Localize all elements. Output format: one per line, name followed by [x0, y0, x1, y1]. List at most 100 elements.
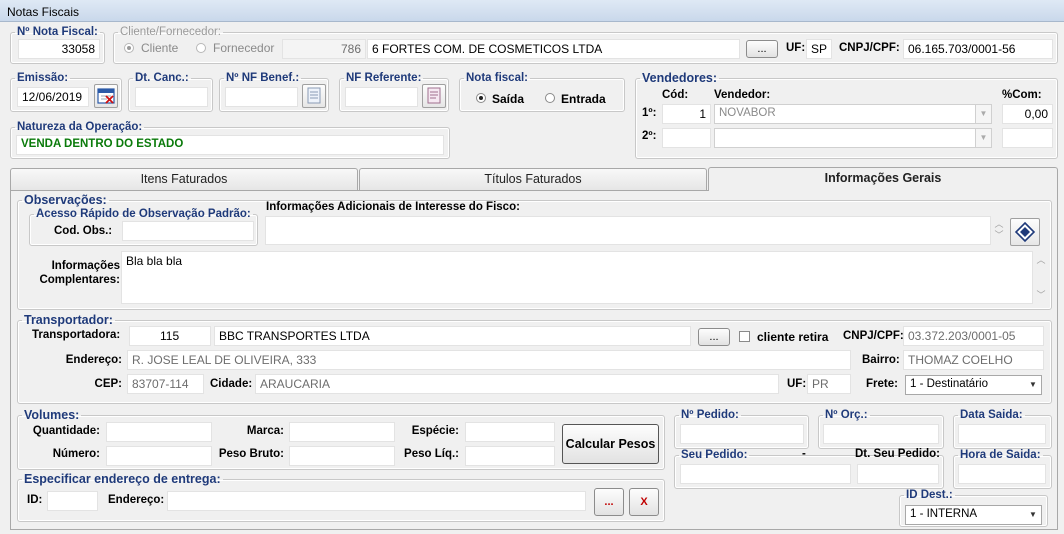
vendedor1-select-value: NOVABOR: [719, 107, 776, 119]
dt-seu-pedido-input[interactable]: [857, 464, 939, 484]
vendedor-name-header: Vendedor:: [714, 89, 771, 101]
transportador-label: Transportador:: [24, 313, 113, 327]
npedido-input[interactable]: [680, 424, 804, 444]
entrega-label: Especificar endereço de entrega:: [24, 472, 221, 486]
transportadora-name-input[interactable]: BBC TRANSPORTES LTDA: [214, 326, 691, 346]
entrada-radio[interactable]: [545, 93, 555, 103]
vendedor-row2-label: 2º:: [642, 130, 657, 142]
nf-benef-input[interactable]: [225, 87, 298, 107]
numero-input[interactable]: [106, 446, 212, 466]
peso-liq-input[interactable]: [465, 446, 555, 466]
transportadora-browse-button[interactable]: ...: [698, 328, 730, 346]
nf-referente-search-button[interactable]: [422, 84, 446, 108]
entrega-endereco-label: Endereço:: [108, 494, 165, 506]
fisco-spin-control[interactable]: ︿ ﹀: [993, 219, 1005, 243]
frete-select-value: 1 - Destinatário: [910, 378, 988, 390]
peso-bruto-input[interactable]: [289, 446, 395, 466]
cliente-uf-input[interactable]: SP: [806, 39, 832, 59]
dt-canc-input[interactable]: [135, 87, 208, 107]
entrega-browse-button[interactable]: ...: [594, 488, 624, 516]
vendedor2-select[interactable]: ▼: [714, 128, 992, 148]
norc-input[interactable]: [823, 424, 939, 444]
transp-endereco-label: Endereço:: [65, 354, 122, 366]
nf-benef-search-button[interactable]: [302, 84, 326, 108]
transp-endereco-input[interactable]: R. JOSE LEAL DE OLIVEIRA, 333: [127, 350, 851, 370]
marca-input[interactable]: [289, 422, 395, 442]
nota-fiscal-type-label: Nota fiscal:: [466, 72, 528, 84]
marca-label: Marca:: [246, 425, 284, 437]
cliente-cnpj-label: CNPJ/CPF:: [839, 42, 900, 54]
info-complementares-textarea[interactable]: Bla bla bla: [121, 251, 1033, 304]
cliente-browse-button[interactable]: ...: [746, 40, 778, 58]
fisco-textarea[interactable]: [265, 216, 991, 245]
entrega-id-label: ID:: [27, 494, 43, 506]
vendedor1-code-input[interactable]: 1: [662, 104, 711, 124]
peso-liq-label: Peso Líq.:: [404, 448, 459, 460]
observacoes-label: Observações:: [24, 193, 107, 207]
diamond-arrow-icon: [1014, 221, 1036, 243]
vendedor2-com-input[interactable]: [1002, 128, 1053, 148]
transp-cnpj-input[interactable]: 03.372.203/0001-05: [903, 326, 1044, 346]
cliente-radio[interactable]: [124, 43, 134, 53]
chevron-up-icon: ︿: [994, 219, 1004, 229]
fornecedor-radio[interactable]: [196, 43, 206, 53]
transp-bairro-input[interactable]: THOMAZ COELHO: [903, 350, 1044, 370]
chevron-down-icon: ﹀: [994, 230, 1004, 240]
norc-label: Nº Orç.:: [825, 409, 868, 421]
entrega-endereco-input[interactable]: [167, 491, 586, 511]
saida-radio[interactable]: [476, 93, 486, 103]
emissao-label: Emissão:: [17, 72, 69, 84]
fornecedor-radio-label: Fornecedor: [213, 41, 275, 55]
cliente-code-input[interactable]: 786: [282, 39, 366, 59]
nf-referente-input[interactable]: [345, 87, 418, 107]
calendar-icon: [97, 88, 115, 104]
entrega-clear-button[interactable]: X: [629, 488, 659, 516]
cliente-name-input[interactable]: 6 FORTES COM. DE COSMETICOS LTDA: [367, 39, 740, 59]
entrega-id-input[interactable]: [47, 491, 98, 511]
seu-pedido-label: Seu Pedido:: [681, 449, 748, 461]
cod-obs-input[interactable]: [122, 221, 254, 241]
cliente-retira-checkbox[interactable]: [739, 331, 750, 342]
vendedor-com-header: %Com:: [1002, 89, 1042, 101]
frete-select[interactable]: 1 - Destinatário ▼: [905, 375, 1042, 395]
chevron-down-icon: ▼: [975, 129, 991, 147]
vendedor1-com-input[interactable]: 0,00: [1002, 104, 1053, 124]
vendedor2-code-input[interactable]: [662, 128, 711, 148]
window-title: Notas Fiscais: [7, 5, 80, 19]
nota-fiscal-input[interactable]: 33058: [18, 39, 100, 59]
tab-titulos-faturados[interactable]: Títulos Faturados: [359, 168, 707, 190]
natureza-label: Natureza da Operação:: [17, 121, 143, 133]
hora-saida-input[interactable]: [958, 464, 1046, 484]
quantidade-input[interactable]: [106, 422, 212, 442]
quantidade-label: Quantidade:: [32, 425, 100, 437]
info-complementares-label: Informações Complentares:: [30, 259, 120, 287]
calcular-pesos-button[interactable]: Calcular Pesos: [562, 424, 659, 464]
tab-informacoes-gerais[interactable]: Informações Gerais: [708, 167, 1058, 191]
transp-cidade-label: Cidade:: [210, 378, 253, 390]
obs-insert-button[interactable]: [1010, 218, 1040, 246]
id-dest-select[interactable]: 1 - INTERNA ▼: [905, 505, 1042, 525]
dt-seu-pedido-label: Dt. Seu Pedido:: [855, 448, 940, 460]
natureza-input[interactable]: VENDA DENTRO DO ESTADO: [16, 135, 444, 155]
transp-bairro-label: Bairro:: [862, 354, 900, 366]
npedido-label: Nº Pedido:: [681, 409, 739, 421]
transp-cidade-input[interactable]: ARAUCARIA: [255, 374, 779, 394]
vendedor1-select[interactable]: NOVABOR ▼: [714, 104, 992, 124]
transportadora-code-input[interactable]: 115: [129, 326, 211, 346]
dt-canc-label: Dt. Canc.:: [135, 72, 189, 84]
seu-pedido-input[interactable]: [680, 464, 851, 484]
vendedor-cod-header: Cód:: [662, 89, 689, 101]
emissao-calendar-button[interactable]: [94, 84, 118, 108]
transp-cep-input[interactable]: 83707-114: [127, 374, 204, 394]
transp-uf-input[interactable]: PR: [807, 374, 851, 394]
cliente-cnpj-input[interactable]: 06.165.703/0001-56: [903, 39, 1053, 59]
saida-radio-label: Saída: [492, 92, 525, 106]
especie-input[interactable]: [465, 422, 555, 442]
tab-itens-faturados[interactable]: Itens Faturados: [10, 168, 358, 190]
emissao-input[interactable]: 12/06/2019: [17, 87, 89, 107]
data-saida-input[interactable]: [958, 424, 1046, 444]
window-title-bar: Notas Fiscais: [0, 0, 1064, 22]
transp-cnpj-label: CNPJ/CPF:: [843, 330, 904, 342]
info-complementares-scrollbar[interactable]: ︿ ﹀: [1035, 253, 1047, 303]
fisco-label: Informações Adicionais de Interesse do F…: [266, 201, 520, 213]
